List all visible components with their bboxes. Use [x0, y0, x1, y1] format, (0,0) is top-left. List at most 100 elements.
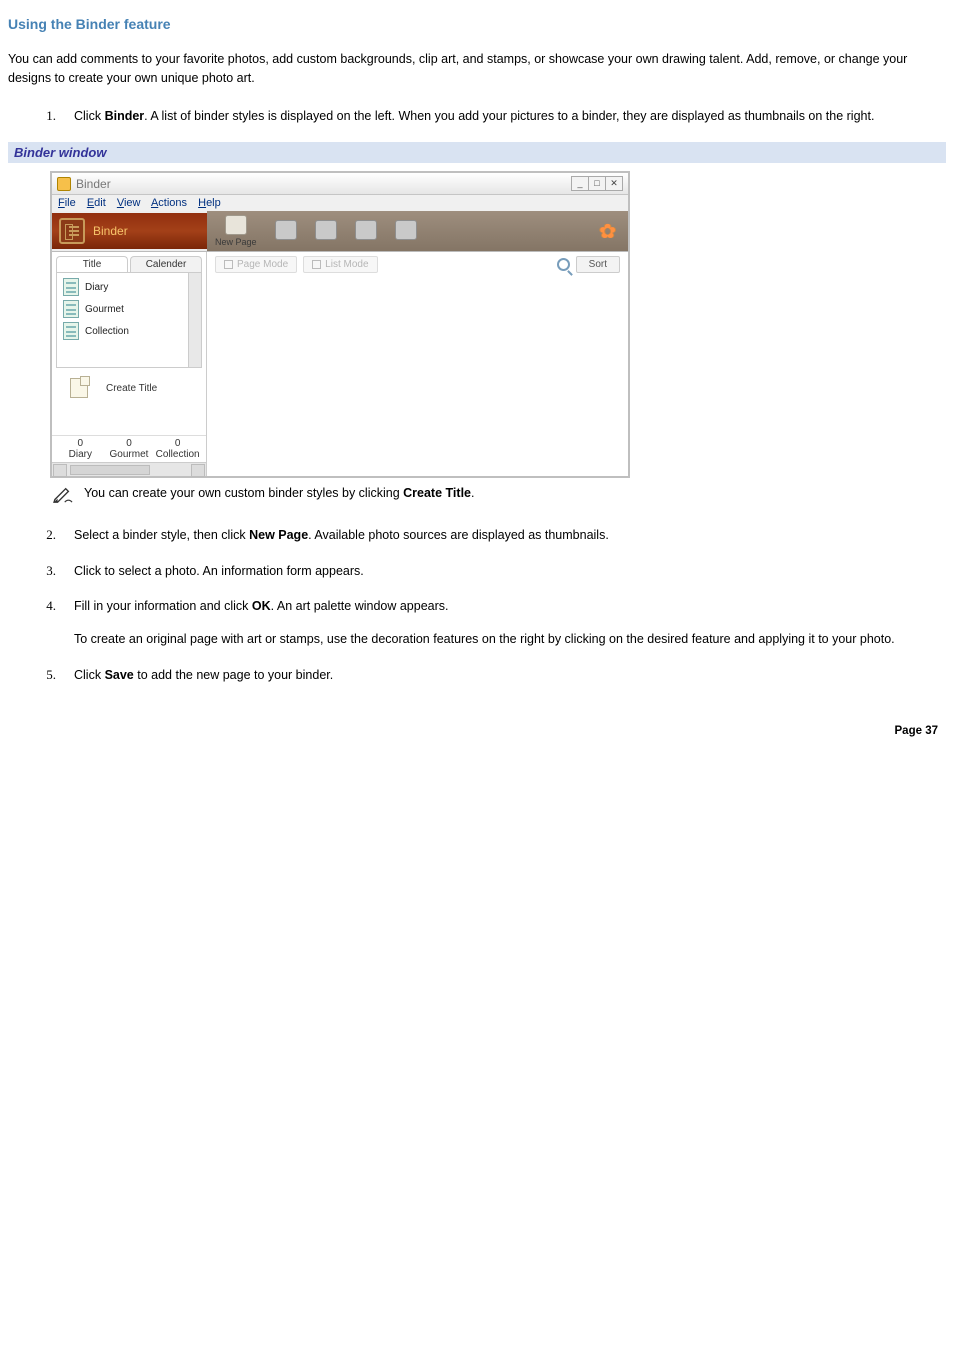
- sidebar-item-label: Collection: [85, 326, 129, 337]
- sidebar-item-label: Diary: [85, 282, 108, 293]
- sidebar-item-label: Gourmet: [85, 304, 124, 315]
- note-prefix: You can create your own custom binder st…: [84, 486, 403, 500]
- toolbar: Binder New Page ✿: [52, 211, 628, 251]
- count-collection: 0 Collection: [154, 436, 202, 462]
- count-diary: 0 Diary: [56, 436, 104, 462]
- step-number: 2.: [8, 526, 74, 545]
- step3-text: Click to select a photo. An information …: [74, 562, 946, 581]
- menu-actions[interactable]: Actions: [151, 197, 187, 209]
- toolbar-brand-label: Binder: [93, 224, 128, 238]
- step1-prefix: Click: [74, 109, 105, 123]
- note-row: You can create your own custom binder st…: [52, 484, 946, 504]
- page-footer: Page 37: [8, 701, 946, 745]
- magnifier-icon[interactable]: [557, 258, 570, 271]
- minimize-button[interactable]: _: [571, 176, 589, 191]
- sidebar-counts: 0 Diary 0 Gourmet 0 Collection: [52, 435, 206, 462]
- app-icon: [57, 177, 71, 191]
- new-page-button[interactable]: New Page: [215, 215, 257, 247]
- step-number: 3.: [8, 562, 74, 581]
- sidebar-item-collection[interactable]: Collection: [59, 320, 199, 342]
- footer-number: 37: [925, 725, 938, 737]
- sidebar-item-diary[interactable]: Diary: [59, 276, 199, 298]
- step-1-body: Click Binder. A list of binder styles is…: [74, 107, 946, 126]
- toolbar-button-2[interactable]: [275, 220, 297, 242]
- titlebar: Binder _ □ ✕: [52, 173, 628, 195]
- step-4-body: Fill in your information and click OK. A…: [74, 597, 946, 650]
- list-mode-button[interactable]: List Mode: [303, 256, 377, 273]
- new-page-label: New Page: [215, 237, 257, 247]
- sort-group: Sort: [557, 256, 620, 273]
- scrollbar-thumb[interactable]: [70, 465, 150, 475]
- step-3-body: Click to select a photo. An information …: [74, 562, 946, 581]
- note-suffix: .: [471, 486, 474, 500]
- count-value: 0: [56, 438, 104, 449]
- menu-help[interactable]: Help: [198, 197, 221, 209]
- butterfly-icon: ✿: [599, 219, 620, 244]
- step1-suffix: . A list of binder styles is displayed o…: [144, 109, 874, 123]
- menu-file[interactable]: File: [58, 197, 76, 209]
- toolbar-button-3[interactable]: [315, 220, 337, 242]
- page-mode-icon: [224, 260, 233, 269]
- menu-view[interactable]: View: [117, 197, 141, 209]
- toolbar-button-5[interactable]: [395, 220, 417, 242]
- horizontal-scrollbar[interactable]: [52, 462, 206, 476]
- page-mode-button[interactable]: Page Mode: [215, 256, 297, 273]
- figure-block: Binder window Binder _ □ ✕ File Edit Vie…: [8, 142, 946, 504]
- step5-suffix: to add the new page to your binder.: [134, 668, 333, 682]
- binder-style-icon: [63, 278, 79, 296]
- toolbar-actions: New Page ✿: [207, 211, 628, 251]
- count-value: 0: [105, 438, 153, 449]
- toolbar-button-4[interactable]: [355, 220, 377, 242]
- step-number: 5.: [8, 666, 74, 685]
- toolbar-icon-3: [315, 220, 337, 240]
- step-number: 1.: [8, 107, 74, 126]
- count-value: 0: [154, 438, 202, 449]
- binder-logo-icon: [59, 218, 85, 244]
- sidebar-item-gourmet[interactable]: Gourmet: [59, 298, 199, 320]
- create-title-icon: [70, 378, 88, 398]
- intro-paragraph: You can add comments to your favorite ph…: [8, 50, 946, 89]
- steps-list-cont: 2. Select a binder style, then click New…: [8, 526, 946, 685]
- page-mode-label: Page Mode: [237, 259, 288, 270]
- list-mode-icon: [312, 260, 321, 269]
- toolbar-brand: Binder: [52, 213, 207, 249]
- app-body: Title Calender Diary Gourmet Collection: [52, 251, 628, 476]
- sidebar: Title Calender Diary Gourmet Collection: [52, 252, 207, 476]
- sidebar-list: Diary Gourmet Collection: [56, 272, 202, 368]
- toolbar-icon-4: [355, 220, 377, 240]
- toolbar-icon-2: [275, 220, 297, 240]
- figure-caption: Binder window: [8, 142, 946, 163]
- step4-suffix: . An art palette window appears.: [271, 599, 449, 613]
- tab-title[interactable]: Title: [56, 256, 128, 272]
- create-title-button[interactable]: Create Title: [56, 374, 202, 402]
- note-bold: Create Title: [403, 486, 471, 500]
- note-text: You can create your own custom binder st…: [84, 484, 474, 503]
- page-title: Using the Binder feature: [8, 16, 946, 32]
- count-label: Collection: [156, 449, 200, 460]
- close-button[interactable]: ✕: [605, 176, 623, 191]
- step1-bold: Binder: [105, 109, 145, 123]
- sort-button[interactable]: Sort: [576, 256, 620, 273]
- step5-bold: Save: [105, 668, 134, 682]
- list-mode-label: List Mode: [325, 259, 368, 270]
- main-toolbar: Page Mode List Mode Sort: [207, 252, 628, 277]
- app-title: Binder: [76, 177, 111, 191]
- new-page-icon: [225, 215, 247, 235]
- toolbar-icon-5: [395, 220, 417, 240]
- step4-prefix: Fill in your information and click: [74, 599, 252, 613]
- menu-edit[interactable]: Edit: [87, 197, 106, 209]
- binder-style-icon: [63, 300, 79, 318]
- count-label: Diary: [69, 449, 92, 460]
- maximize-button[interactable]: □: [588, 176, 606, 191]
- window-controls: _ □ ✕: [572, 176, 623, 191]
- step5-prefix: Click: [74, 668, 105, 682]
- step4-para2: To create an original page with art or s…: [74, 630, 946, 649]
- sidebar-tabs: Title Calender: [52, 256, 206, 272]
- tab-calendar[interactable]: Calender: [130, 256, 202, 272]
- footer-label: Page: [895, 725, 926, 737]
- main-pane: Page Mode List Mode Sort: [207, 252, 628, 476]
- count-gourmet: 0 Gourmet: [105, 436, 153, 462]
- step2-suffix: . Available photo sources are displayed …: [308, 528, 609, 542]
- count-label: Gourmet: [110, 449, 149, 460]
- step-2-body: Select a binder style, then click New Pa…: [74, 526, 946, 545]
